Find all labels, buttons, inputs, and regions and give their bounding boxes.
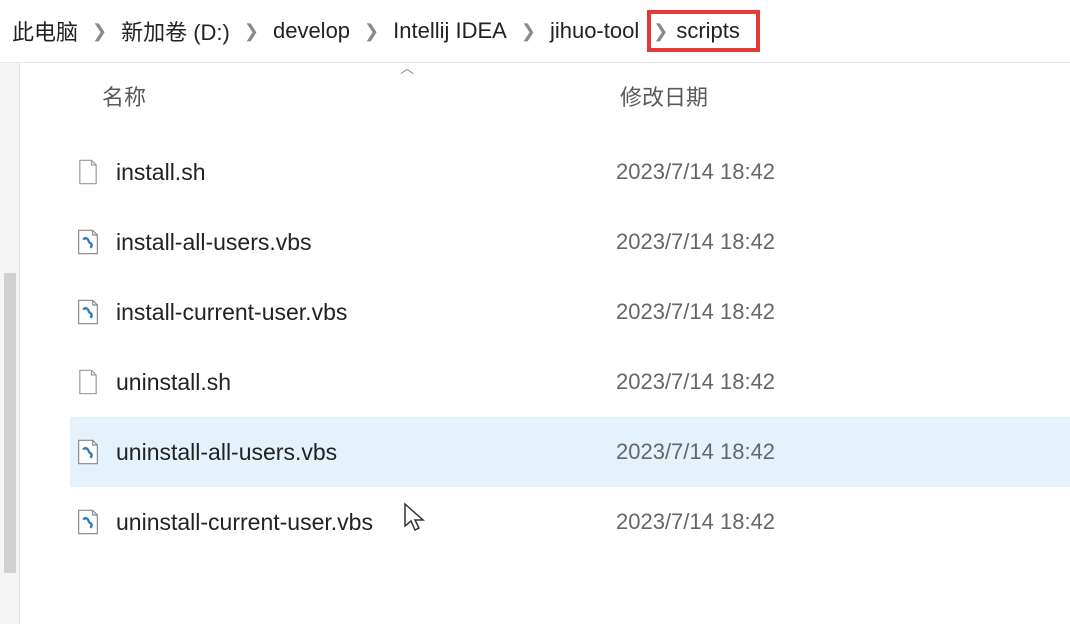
vbs-file-icon bbox=[70, 228, 116, 256]
file-date: 2023/7/14 18:42 bbox=[616, 229, 775, 255]
file-row[interactable]: install.sh2023/7/14 18:42 bbox=[70, 137, 1070, 207]
file-name: uninstall.sh bbox=[116, 369, 616, 396]
columns-header: 名称 修改日期 bbox=[70, 63, 1070, 129]
chevron-right-icon: ❯ bbox=[651, 21, 670, 42]
breadcrumb-item-scripts[interactable]: scripts bbox=[670, 14, 746, 48]
content-area: 名称 修改日期 install.sh2023/7/14 18:42install… bbox=[0, 63, 1070, 624]
chevron-right-icon: ❯ bbox=[362, 21, 381, 42]
chevron-right-icon: ❯ bbox=[519, 21, 538, 42]
file-date: 2023/7/14 18:42 bbox=[616, 159, 775, 185]
file-name: uninstall-all-users.vbs bbox=[116, 439, 616, 466]
breadcrumb-item-jihuo-tool[interactable]: jihuo-tool bbox=[544, 14, 645, 48]
file-date: 2023/7/14 18:42 bbox=[616, 439, 775, 465]
breadcrumb-item-develop[interactable]: develop bbox=[267, 14, 356, 48]
breadcrumb-item-intellij[interactable]: Intellij IDEA bbox=[387, 14, 513, 48]
column-header-date[interactable]: 修改日期 bbox=[620, 80, 1070, 112]
chevron-right-icon: ❯ bbox=[90, 21, 109, 42]
file-row[interactable]: install-all-users.vbs2023/7/14 18:42 bbox=[70, 207, 1070, 277]
file-row[interactable]: uninstall-all-users.vbs2023/7/14 18:42 bbox=[70, 417, 1070, 487]
vbs-file-icon bbox=[70, 438, 116, 466]
breadcrumb-item-drive-d[interactable]: 新加卷 (D:) bbox=[115, 11, 236, 51]
file-list: install.sh2023/7/14 18:42install-all-use… bbox=[70, 129, 1070, 557]
left-gutter bbox=[0, 63, 20, 624]
breadcrumb-item-this-pc[interactable]: 此电脑 bbox=[6, 11, 84, 51]
file-date: 2023/7/14 18:42 bbox=[616, 369, 775, 395]
file-name: uninstall-current-user.vbs bbox=[116, 509, 616, 536]
file-row[interactable]: install-current-user.vbs2023/7/14 18:42 bbox=[70, 277, 1070, 347]
file-name: install-current-user.vbs bbox=[116, 299, 616, 326]
column-header-name[interactable]: 名称 bbox=[70, 80, 620, 112]
file-row[interactable]: uninstall.sh2023/7/14 18:42 bbox=[70, 347, 1070, 417]
breadcrumb: 此电脑 ❯ 新加卷 (D:) ❯ develop ❯ Intellij IDEA… bbox=[0, 0, 1070, 63]
chevron-right-icon: ❯ bbox=[242, 21, 261, 42]
sort-ascending-icon[interactable]: ︿ bbox=[400, 58, 414, 78]
generic-file-icon bbox=[70, 368, 116, 396]
breadcrumb-highlight-box: ❯ scripts bbox=[647, 10, 760, 52]
scrollbar[interactable] bbox=[4, 273, 16, 573]
vbs-file-icon bbox=[70, 298, 116, 326]
file-date: 2023/7/14 18:42 bbox=[616, 299, 775, 325]
file-date: 2023/7/14 18:42 bbox=[616, 509, 775, 535]
vbs-file-icon bbox=[70, 508, 116, 536]
file-row[interactable]: uninstall-current-user.vbs2023/7/14 18:4… bbox=[70, 487, 1070, 557]
file-name: install-all-users.vbs bbox=[116, 229, 616, 256]
file-name: install.sh bbox=[116, 159, 616, 186]
generic-file-icon bbox=[70, 158, 116, 186]
file-pane: 名称 修改日期 install.sh2023/7/14 18:42install… bbox=[20, 63, 1070, 624]
